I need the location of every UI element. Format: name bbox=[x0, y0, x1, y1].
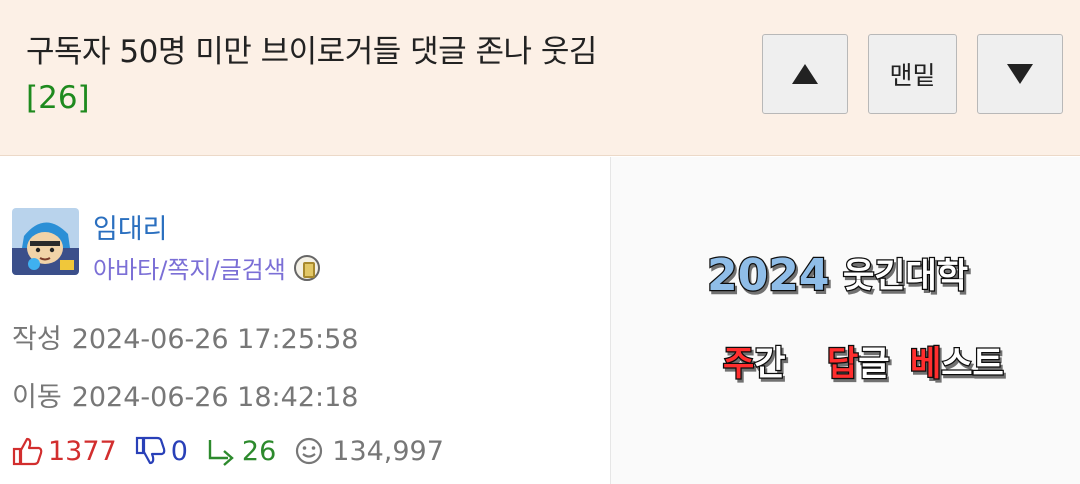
upvote-count: 1377 bbox=[48, 435, 117, 467]
upvote-stat[interactable]: 1377 bbox=[12, 436, 117, 467]
author-links-text[interactable]: 아바타/쪽지/글검색 bbox=[93, 250, 286, 285]
promo-w1-rest: 간 bbox=[754, 344, 785, 384]
moved-value: 2024-06-26 18:42:18 bbox=[71, 382, 359, 413]
triangle-up-icon bbox=[792, 64, 818, 84]
avatar[interactable] bbox=[12, 208, 79, 275]
thumbs-up-icon bbox=[12, 437, 43, 466]
promo-w1-hl: 주 bbox=[723, 344, 754, 384]
svg-text:답글: 답글 bbox=[827, 344, 890, 384]
reply-arrow-icon bbox=[208, 440, 234, 466]
svg-text:베스트: 베스트 bbox=[910, 344, 1004, 384]
author-links[interactable]: 아바타/쪽지/글검색 bbox=[93, 250, 320, 285]
weekly-best-banner[interactable]: 2024 웃긴대학 주간 답글 베스트 bbox=[611, 157, 1080, 484]
promo-w2-hl: 답 bbox=[827, 344, 858, 384]
go-bottom-button[interactable]: 맨밑 bbox=[868, 34, 957, 114]
views-stat: 134,997 bbox=[294, 436, 444, 467]
post-title: 구독자 50명 미만 브이로거들 댓글 존나 웃김 bbox=[26, 34, 597, 70]
scroll-up-button[interactable] bbox=[762, 34, 848, 114]
post-stats: 1377 0 26 134,997 bbox=[12, 433, 462, 469]
svg-text:주간: 주간 bbox=[723, 344, 786, 384]
promo-w3-rest: 스트 bbox=[941, 344, 1004, 384]
promo-w2-rest: 글 bbox=[858, 344, 889, 384]
views-count: 134,997 bbox=[332, 435, 444, 467]
reply-stat[interactable]: 26 bbox=[206, 436, 276, 467]
created-time: 작성 2024-06-26 17:25:58 bbox=[12, 317, 358, 356]
moved-time: 이동 2024-06-26 18:42:18 bbox=[12, 375, 358, 414]
level-badge-icon bbox=[293, 254, 320, 281]
author-name[interactable]: 임대리 bbox=[93, 207, 168, 246]
smiley-icon bbox=[296, 437, 323, 465]
promo-w3-hl: 베 bbox=[910, 344, 941, 384]
reply-count: 26 bbox=[241, 435, 277, 467]
moved-label: 이동 bbox=[12, 382, 62, 413]
avatar-image bbox=[12, 208, 79, 275]
promo-year: 2024 bbox=[707, 250, 829, 301]
comment-count[interactable]: [26] bbox=[26, 80, 90, 116]
thumbs-down-icon bbox=[135, 436, 166, 465]
created-label: 작성 bbox=[12, 324, 62, 355]
promo-line1: 웃긴대학 bbox=[843, 256, 968, 296]
triangle-down-icon bbox=[1007, 64, 1033, 84]
created-value: 2024-06-26 17:25:58 bbox=[71, 324, 359, 355]
author-panel: 임대리 아바타/쪽지/글검색 작성 2024-06-26 17:25:58 이동 2… bbox=[0, 157, 611, 484]
post-header: 구독자 50명 미만 브이로거들 댓글 존나 웃김 [26] 맨밑 bbox=[0, 0, 1080, 156]
downvote-count: 0 bbox=[170, 435, 188, 467]
downvote-stat[interactable]: 0 bbox=[135, 436, 188, 467]
scroll-down-button[interactable] bbox=[977, 34, 1063, 114]
